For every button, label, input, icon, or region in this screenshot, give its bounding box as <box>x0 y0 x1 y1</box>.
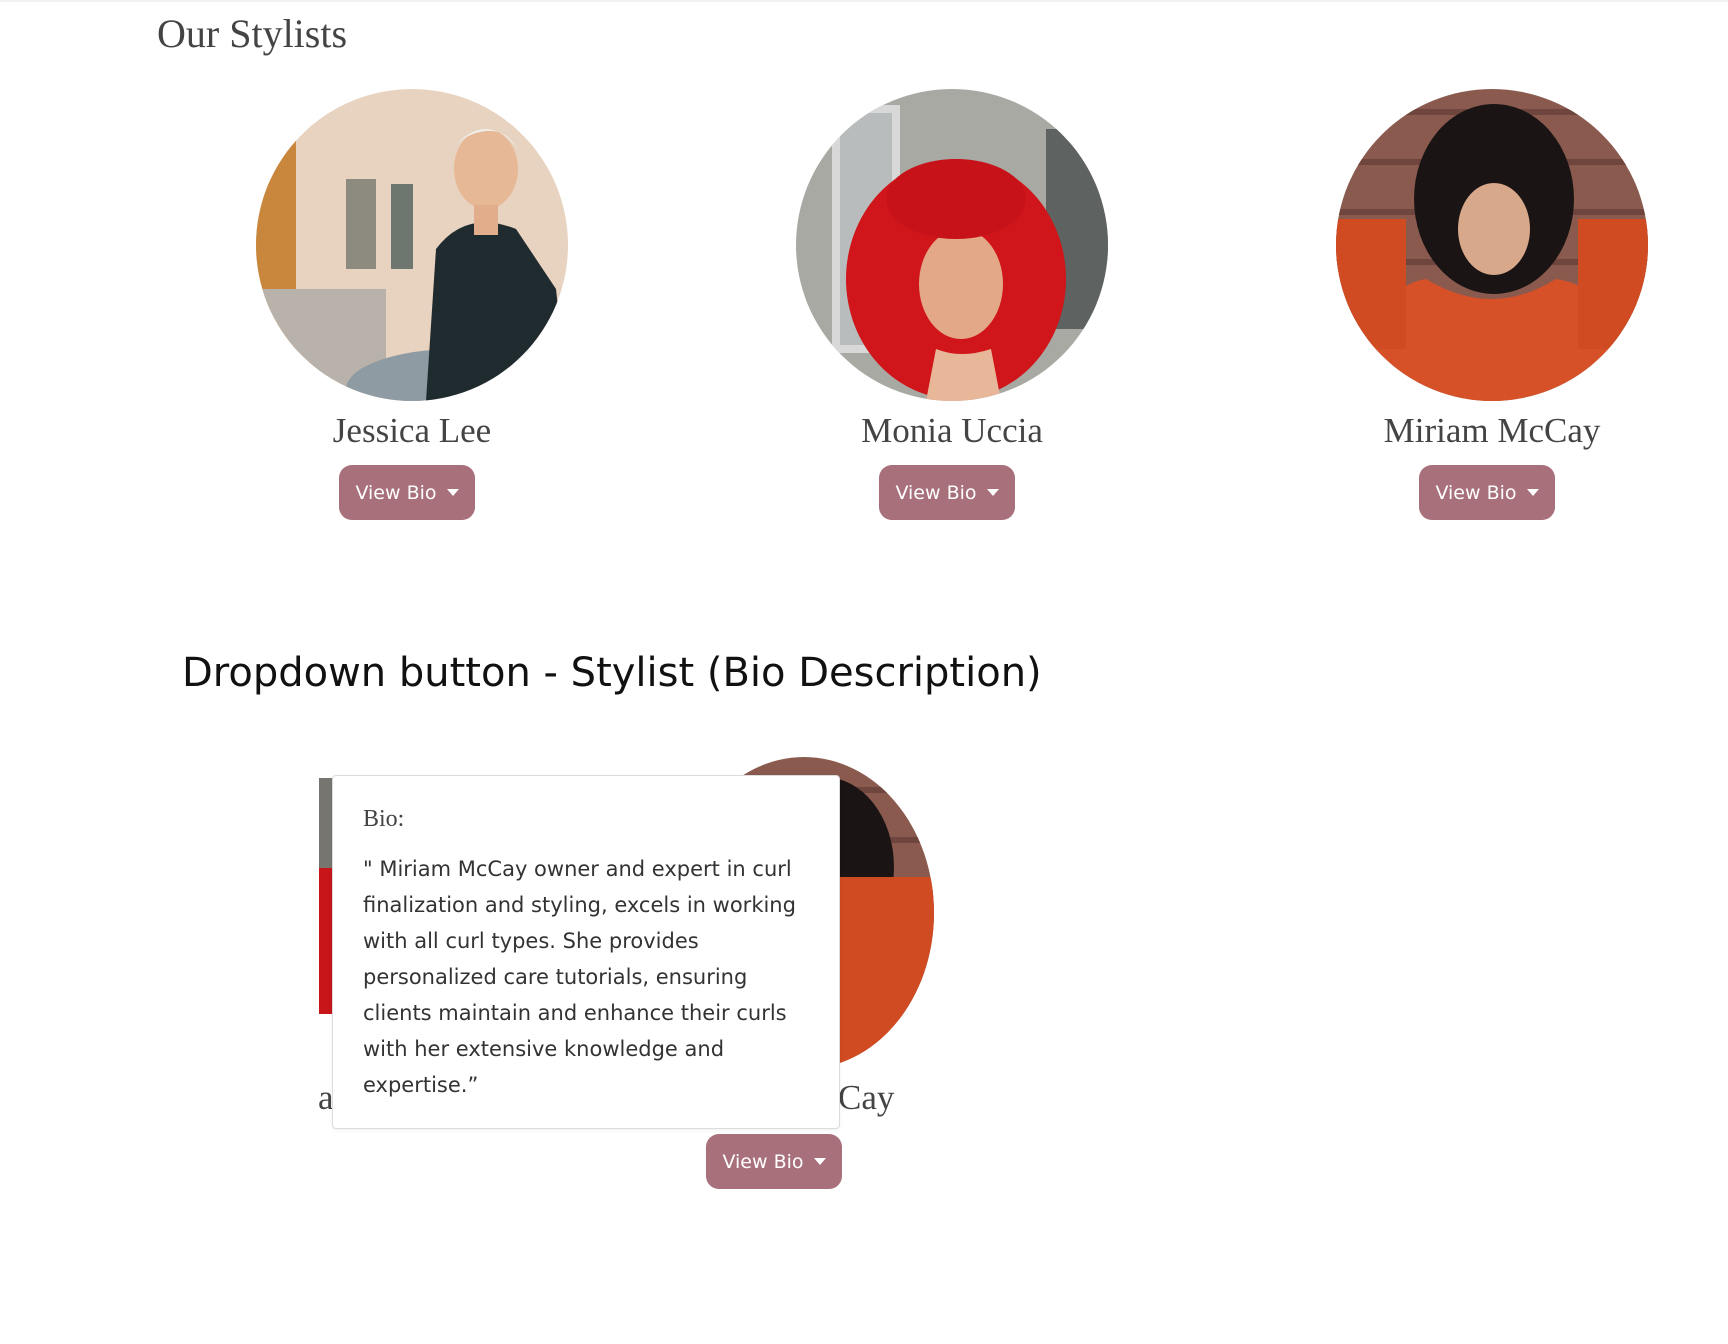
dropdown-demo: a Cay Bio: " Miriam McCay owner and expe… <box>0 740 1728 1260</box>
stylist-photo <box>1336 89 1648 401</box>
stylist-name: Jessica Lee <box>332 411 492 450</box>
caret-down-icon <box>1526 489 1539 496</box>
stylist-name-fragment: Cay <box>838 1078 895 1117</box>
caret-down-icon <box>813 1158 826 1165</box>
page-title: Our Stylists <box>157 11 348 56</box>
stylist-name: Miriam McCay <box>1383 411 1601 450</box>
view-bio-button[interactable]: View Bio <box>706 1134 842 1189</box>
view-bio-button[interactable]: View Bio <box>1419 465 1555 520</box>
demo-heading: Dropdown button - Stylist (Bio Descripti… <box>182 650 1042 696</box>
stylist-name: Monia Uccia <box>861 411 1043 450</box>
view-bio-button[interactable]: View Bio <box>339 465 475 520</box>
view-bio-button[interactable]: View Bio <box>879 465 1015 520</box>
caret-down-icon <box>446 489 459 496</box>
view-bio-label: View Bio <box>722 1150 804 1173</box>
stylist-photo <box>256 89 568 401</box>
view-bio-label: View Bio <box>355 481 437 504</box>
view-bio-label: View Bio <box>895 481 977 504</box>
stylist-photo <box>796 89 1108 401</box>
top-divider <box>0 0 1728 2</box>
view-bio-label: View Bio <box>1435 481 1517 504</box>
caret-down-icon <box>986 489 999 496</box>
bio-dropdown-menu: Bio: " Miriam McCay owner and expert in … <box>332 775 840 1129</box>
stylist-photo-fragment <box>319 778 333 1014</box>
bio-text: " Miriam McCay owner and expert in curl … <box>363 857 796 1097</box>
bio-label: Bio: <box>363 806 405 832</box>
